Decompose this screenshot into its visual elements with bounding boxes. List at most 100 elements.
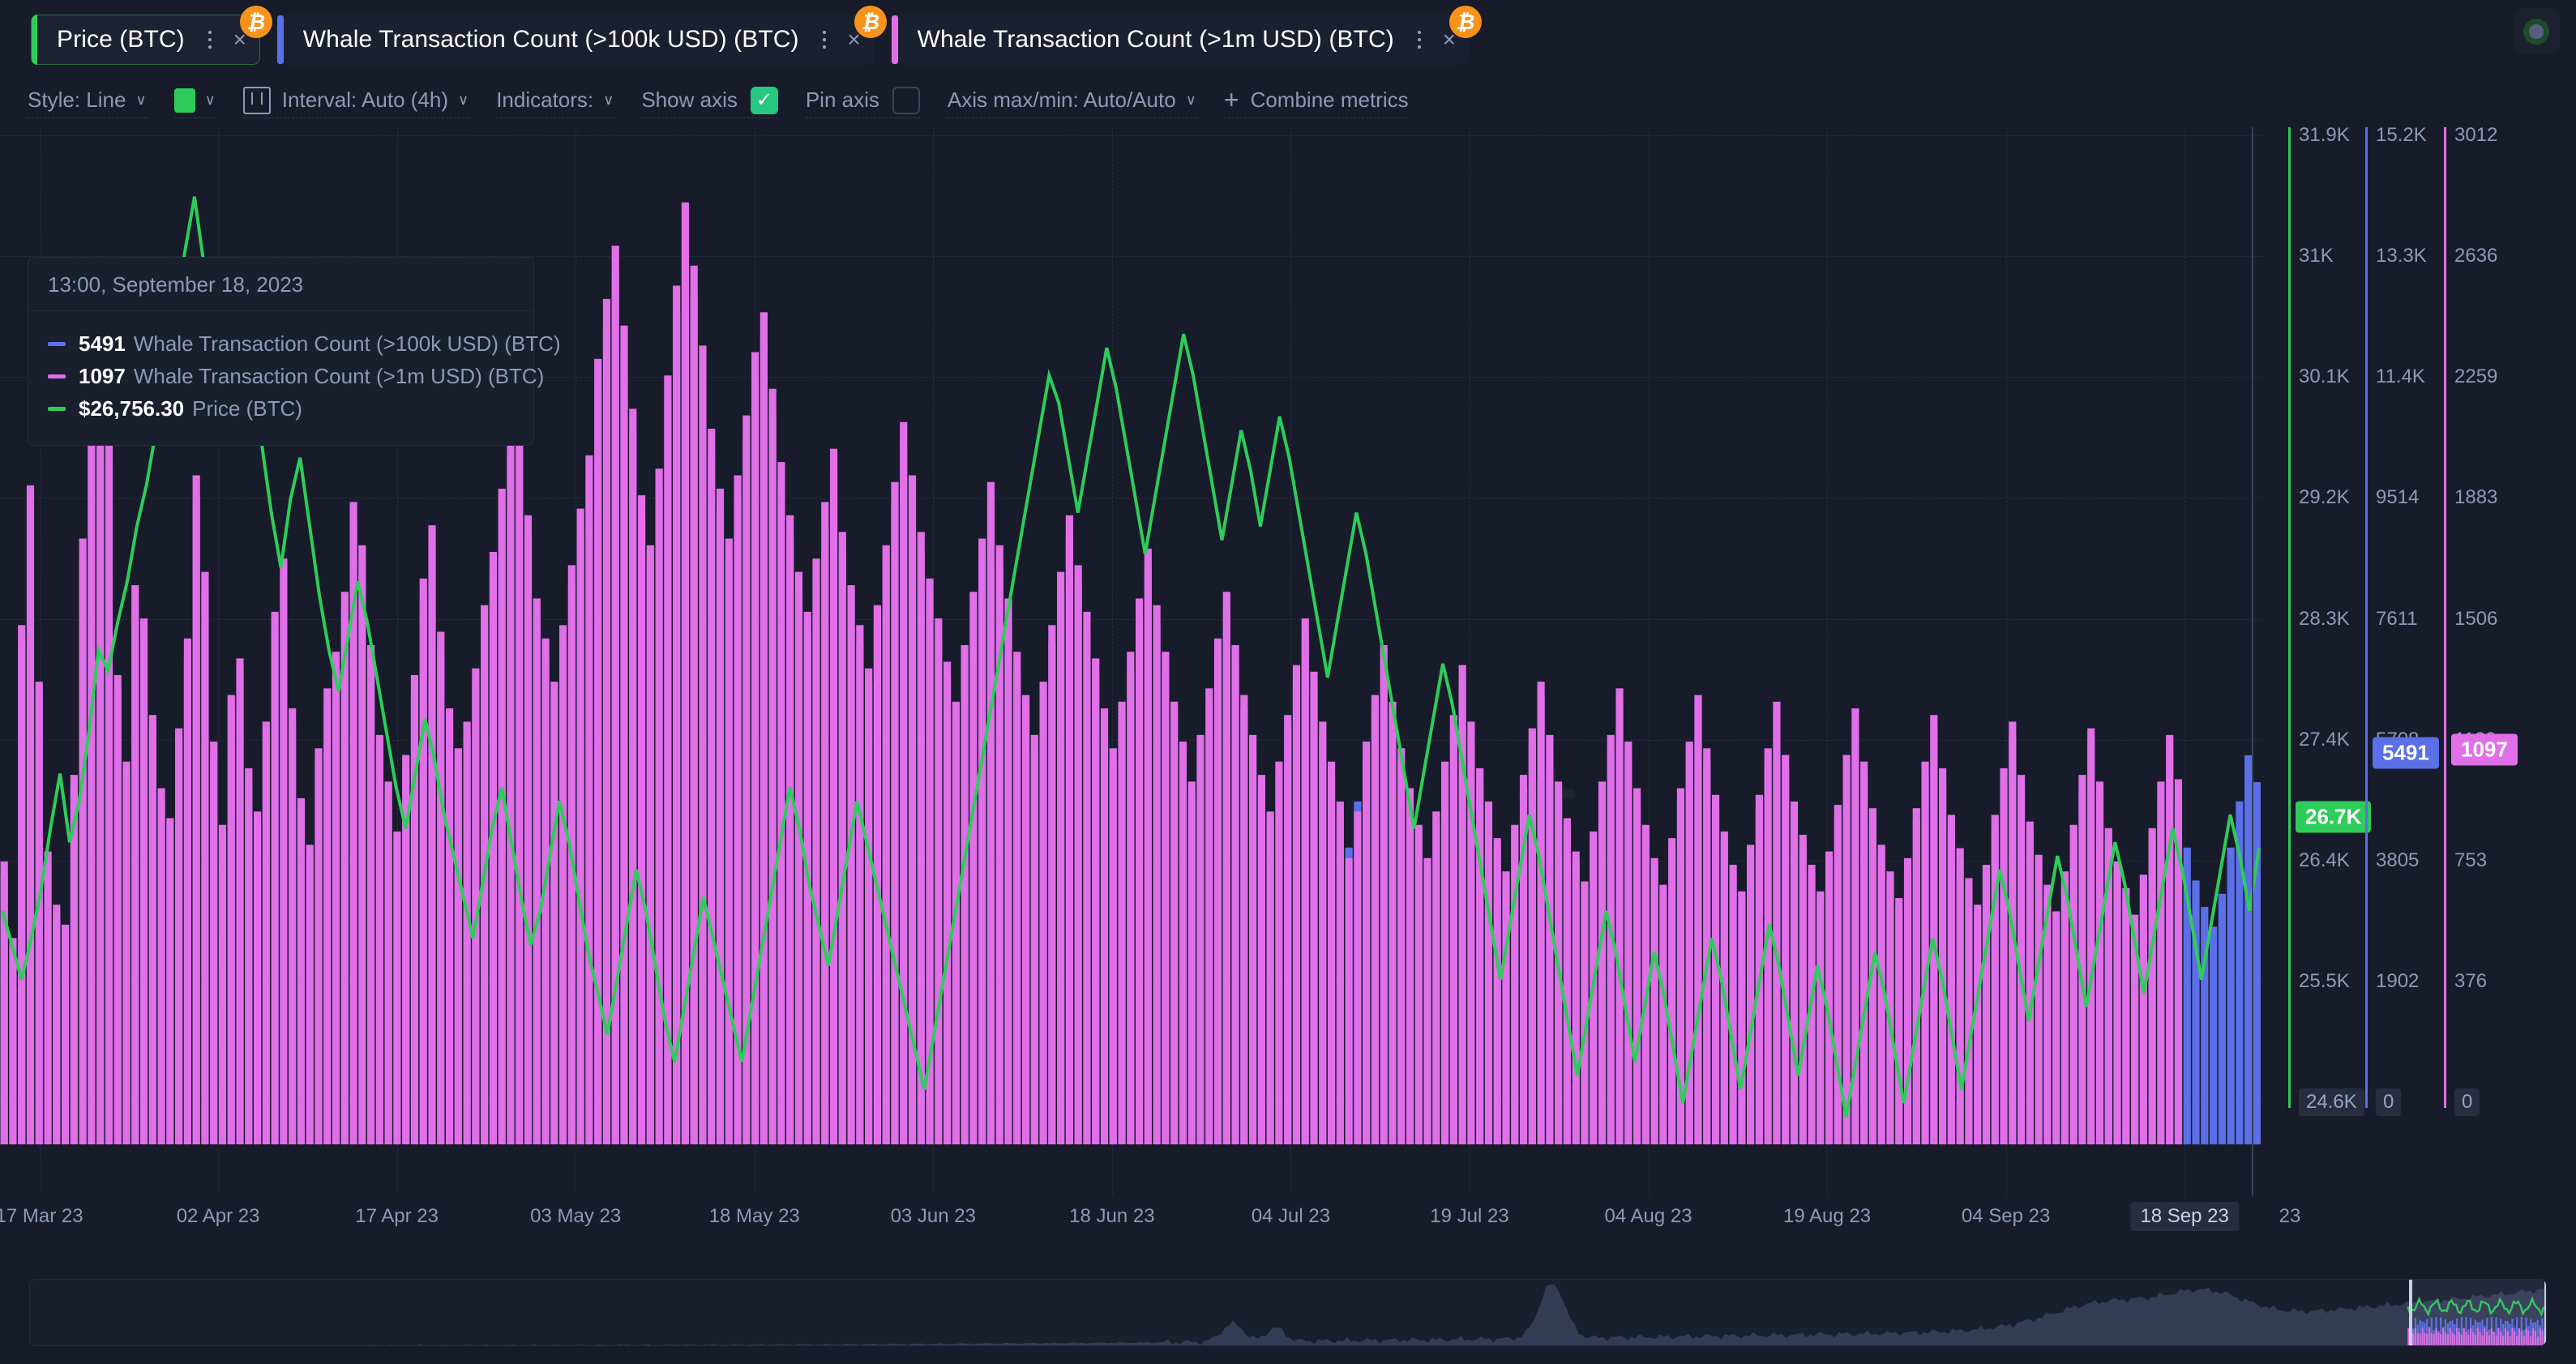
axis-tick-label: 9514 [2376,486,2420,509]
tab-color-bar [891,15,898,64]
style-dropdown[interactable]: Style: Line ∨ [28,86,147,118]
x-axis-tick-label-partial: 23 [2279,1205,2301,1227]
axis-tick-label: 753 [2454,849,2488,871]
tooltip-series-name: Whale Transaction Count (>100k USD) (BTC… [133,331,561,356]
kebab-menu-icon[interactable] [814,25,835,54]
bitcoin-badge-icon: ₿ [1448,6,1482,38]
bitcoin-badge-icon: ₿ [239,6,272,38]
axis-tick-label: 7611 [2376,607,2418,630]
axis-tick-label: 24.6K [2299,1088,2364,1116]
axis-tick-label: 30.1K [2299,366,2350,388]
axis-tick-label: 11.4K [2376,366,2425,388]
tab-color-bar [32,15,37,65]
x-axis-tick-label: 17 Mar 23 [0,1205,83,1227]
chevron-down-icon: ∨ [603,92,614,108]
chevron-down-icon: ∨ [458,92,469,108]
metric-tabs: Price (BTC) × ₿ Whale Transaction Count (>1… [31,6,1486,65]
x-axis-tick-label: 04 Sep 23 [1961,1205,2051,1227]
axis-tick-label: 3012 [2454,124,2498,146]
axis-line-0 [2288,127,2291,1108]
pin-axis-checkbox[interactable] [892,86,920,114]
tab-color-bar [276,15,284,64]
tooltip-timestamp: 13:00, September 18, 2023 [28,258,533,311]
tooltip-row: 5491 Whale Transaction Count (>100k USD) … [48,331,561,357]
tooltip-series-name: Price (BTC) [192,396,302,421]
axis-tick-label: 25.5K [2299,969,2350,992]
color-dropdown[interactable]: ∨ [173,86,216,118]
x-axis-tick-label: 03 Jun 23 [890,1205,976,1227]
minimap-selection-window[interactable] [2409,1280,2546,1345]
tooltip-value: $26,756.30 [79,396,185,421]
axis-tick-label: 26.4K [2299,849,2350,871]
x-axis-tick-label: 19 Jul 23 [1430,1205,1509,1227]
axis-maxmin-dropdown[interactable]: Axis max/min: Auto/Auto ∨ [947,86,1196,118]
interval-dropdown[interactable]: Interval: Auto (4h) ∨ [242,86,469,118]
x-axis-tick-label: 18 May 23 [708,1205,800,1227]
minimap-sparkline [30,1284,2546,1345]
minimap-history-area [30,1284,2546,1345]
bitcoin-badge-icon: ₿ [854,6,887,38]
kebab-menu-icon[interactable] [1409,25,1430,54]
record-dot-icon [2523,19,2549,45]
metric-tab-2[interactable]: Whale Transaction Count (>1m USD) (BTC) ×… [890,6,1482,65]
axis-tick-label: 31K [2299,245,2334,267]
axis-tick-label: 1506 [2454,607,2498,630]
axis-tick-label: 0 [2376,1088,2402,1116]
tooltip-value: 1097 [79,364,126,388]
tooltip-row: 1097 Whale Transaction Count (>1m USD) (B… [48,364,544,389]
settings-indicator-button[interactable] [2513,8,2560,55]
x-axis-tick-label: 04 Aug 23 [1604,1205,1692,1227]
crosshair-vertical-line [2252,127,2253,1195]
x-axis-tick-label: 18 Sep 23 [2130,1202,2239,1231]
metric-tab-1[interactable]: Whale Transaction Count (>100k USD) (BTC… [276,6,887,65]
axis-tick-label: 376 [2454,969,2488,992]
axis-tick-label: 3805 [2376,849,2420,871]
series-color-dash [48,374,66,378]
x-axis-tick-label: 19 Aug 23 [1782,1205,1872,1227]
color-swatch-icon [173,88,195,113]
tooltip-row: $26,756.30 Price (BTC) [48,396,514,421]
x-axis-tick-label: 04 Jul 23 [1251,1205,1331,1227]
x-axis-tick-label: 02 Apr 23 [176,1205,260,1227]
axis-tick-label: 29.2K [2299,486,2350,509]
indicators-dropdown[interactable]: Indicators: ∨ [496,86,614,118]
axis-tick-label: 1902 [2376,969,2420,992]
tab-label: Whale Transaction Count (>1m USD) (BTC) [917,26,1394,53]
y-axes-panel: 31.9K 31K 30.1K 29.2K 28.3K 27.4K 26.4K 25.5K 24… [2261,124,2576,1195]
chevron-down-icon: ∨ [135,92,147,108]
axis-tick-label: 31.9K [2299,124,2350,146]
chevron-down-icon: ∨ [204,92,216,108]
combine-metrics-label: Combine metrics [1250,88,1409,112]
axis-line-1 [2365,127,2368,1108]
tooltip-series-name: Whale Transaction Count (>1m USD) (BTC) [133,364,545,388]
x-axis: 17 Mar 23 02 Apr 23 17 Apr 23 03 May 23 18 M… [0,1195,2576,1244]
axis-tick-label: 2259 [2454,366,2498,388]
axis-tick-label: 1883 [2454,486,2498,509]
axis-line-2 [2444,127,2446,1108]
axis-tick-label: 15.2K [2376,124,2427,146]
tooltip-series-list: 5491 Whale Transaction Count (>100k USD) … [28,311,561,445]
kebab-menu-icon[interactable] [199,25,220,54]
pin-axis-toggle[interactable]: Pin axis [805,86,920,118]
show-axis-toggle[interactable]: Show axis ✓ [641,86,778,118]
interval-label: Interval: Auto (4h) [281,88,449,112]
metric-tab-0[interactable]: Price (BTC) × ₿ [31,6,272,65]
tabs-bar: Price (BTC) × ₿ Whale Transaction Count (>1… [0,0,2576,77]
indicators-label: Indicators: [496,88,594,112]
combine-metrics-button[interactable]: + Combine metrics [1223,85,1409,118]
chart-toolbar: Style: Line ∨ ∨ Interval: Auto (4h) ∨ In… [0,77,2576,127]
axis-tick-label: 28.3K [2299,607,2350,630]
show-axis-checkbox[interactable]: ✓ [750,86,778,114]
candlestick-icon [242,86,271,114]
chevron-down-icon: ∨ [1185,92,1196,108]
show-axis-label: Show axis [641,88,738,112]
axis-tick-label: 0 [2454,1088,2480,1116]
range-minimap[interactable] [29,1279,2547,1346]
axis-tick-label: 13.3K [2376,245,2427,267]
tab-label: Whale Transaction Count (>100k USD) (BTC… [302,26,799,53]
axis-tick-label: 2636 [2454,245,2498,267]
tooltip-value: 5491 [79,331,126,356]
axis-current-value-pill: 26.7K [2296,801,2372,833]
chart-plot-area[interactable]: t 13:00, September 18, 2023 5491Whale Tr… [0,127,2261,1195]
x-axis-tick-label: 17 Apr 23 [355,1205,439,1227]
